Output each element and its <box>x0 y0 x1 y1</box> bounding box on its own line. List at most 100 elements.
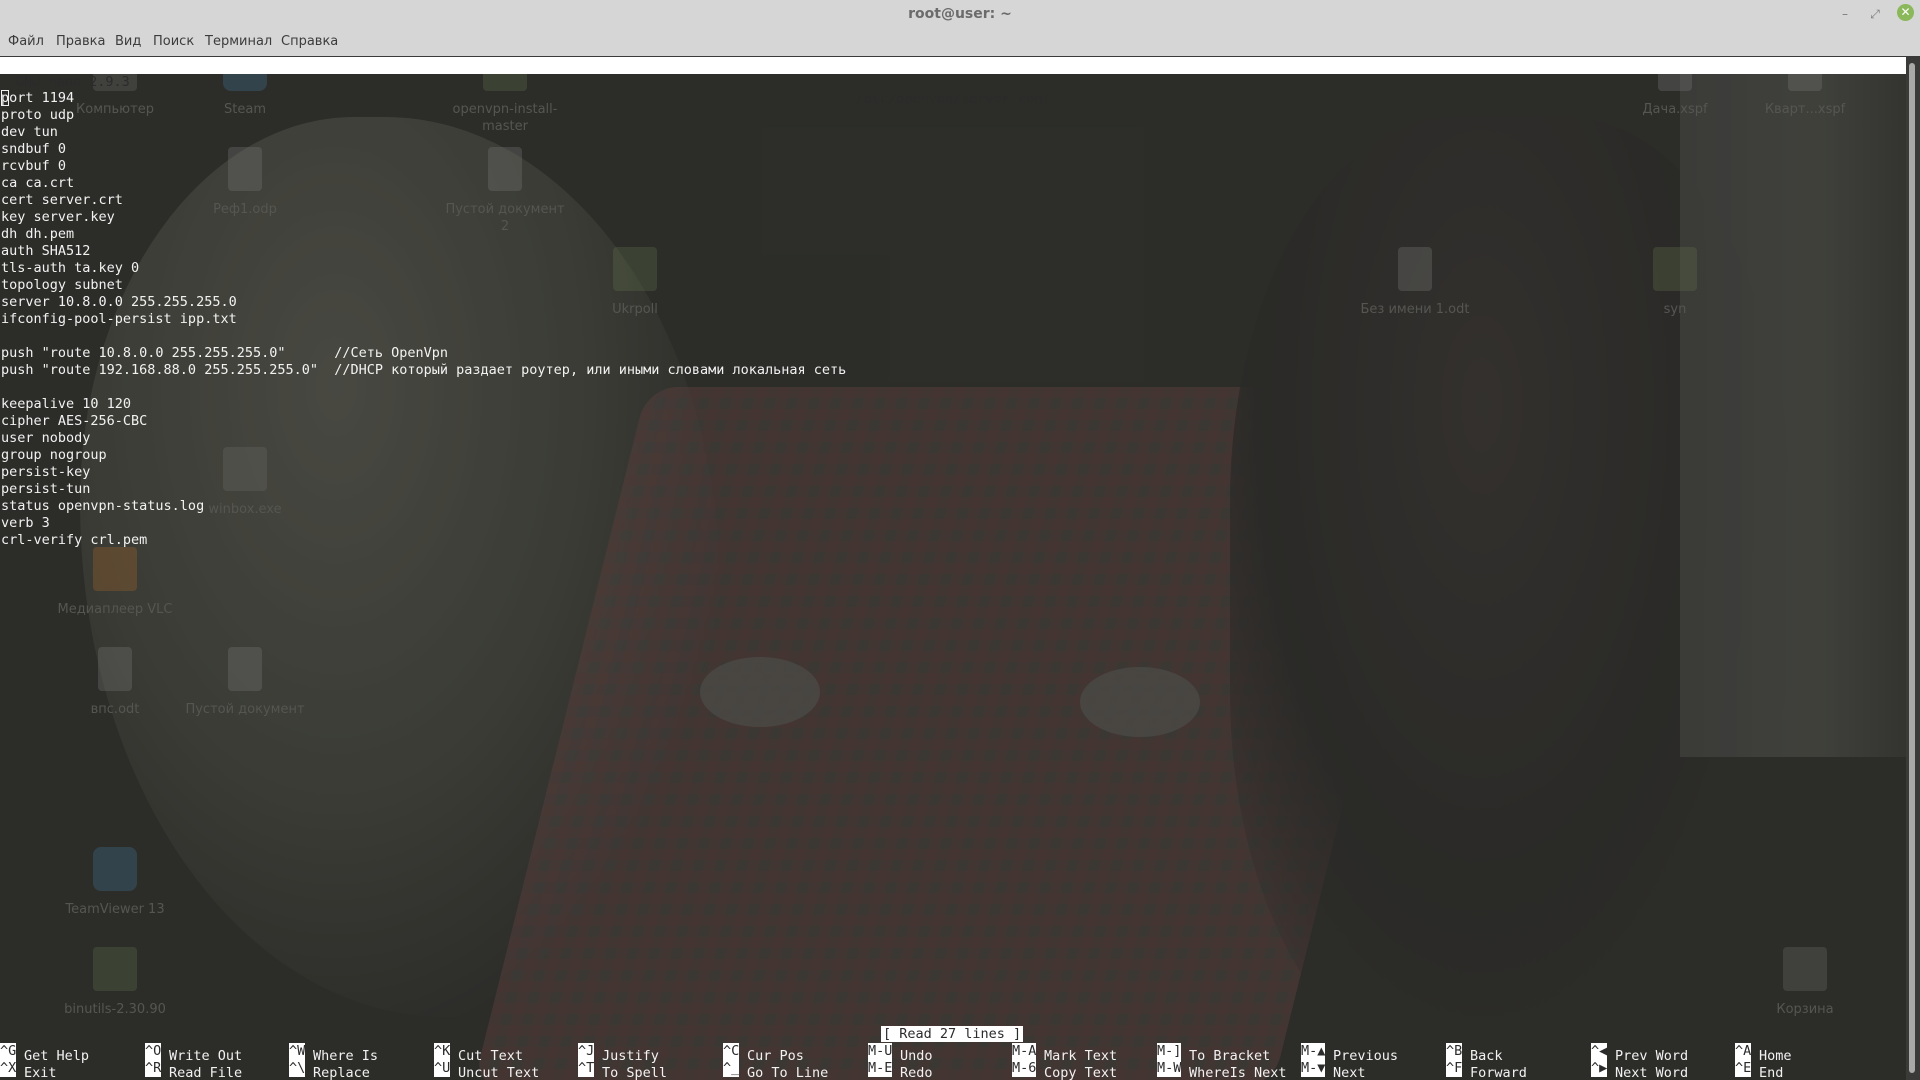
shortcut-item[interactable]: M-U Undo <box>868 1043 933 1064</box>
file-line: ifconfig-pool-persist ipp.txt <box>1 311 237 327</box>
file-line: cert server.crt <box>1 192 123 208</box>
close-icon[interactable]: ✕ <box>1897 4 1914 21</box>
file-line: auth SHA512 <box>1 243 91 259</box>
shortcut-label: Uncut Text <box>458 1065 540 1080</box>
file-line: push "route 10.8.0.0 255.255.255.0" //Се… <box>1 345 449 361</box>
text-cursor: p <box>1 90 10 106</box>
shortcut-label: Next Word <box>1615 1065 1689 1080</box>
shortcut-label: Forward <box>1470 1065 1527 1080</box>
shortcut-key: ^C <box>723 1043 739 1060</box>
file-content[interactable]: port 1194 proto udp dev tun sndbuf 0 rcvbuf … <box>1 90 846 549</box>
shortcut-item[interactable]: M-A Mark Text <box>1012 1043 1117 1064</box>
shortcut-label: Next <box>1333 1065 1366 1080</box>
shortcut-item[interactable]: M-W WhereIs Next <box>1157 1060 1287 1080</box>
file-line: dev tun <box>1 124 58 140</box>
shortcut-key: ^F <box>1446 1060 1462 1077</box>
file-line: keepalive 10 120 <box>1 396 132 412</box>
shortcut-label: To Spell <box>602 1065 668 1080</box>
shortcut-item[interactable]: ^U Uncut Text <box>434 1060 540 1080</box>
window-title: root@user: ~ <box>908 6 1012 22</box>
file-line: user nobody <box>1 430 91 446</box>
file-line: group nogroup <box>1 447 107 463</box>
shortcut-key: ^_ <box>723 1060 739 1077</box>
shortcut-key: ^G <box>0 1043 16 1060</box>
shortcut-key: ^▶ <box>1591 1060 1607 1077</box>
shortcut-label: Read File <box>169 1065 243 1080</box>
file-line: server 10.8.0.0 255.255.255.0 <box>1 294 237 310</box>
shortcut-item[interactable]: ^▶ Next Word <box>1591 1060 1689 1080</box>
shortcut-item[interactable]: ^J Justify <box>578 1043 659 1064</box>
shortcut-item[interactable]: ^\ Replace <box>289 1060 370 1080</box>
menu-terminal[interactable]: Терминал <box>205 34 272 49</box>
shortcut-item[interactable]: M-6 Copy Text <box>1012 1060 1118 1080</box>
shortcut-item[interactable]: ^◀ Prev Word <box>1591 1043 1688 1064</box>
shortcut-key: ^J <box>578 1043 594 1060</box>
shortcut-key: M-U <box>868 1043 892 1060</box>
file-line <box>1 379 846 396</box>
file-line: verb 3 <box>1 515 50 531</box>
nano-editor[interactable]: GNU nano 2.9.3 /etc/openvpn/server.conf … <box>0 57 1906 1080</box>
shortcut-key: M-A <box>1012 1043 1036 1060</box>
shortcut-item[interactable]: ^T To Spell <box>578 1060 668 1080</box>
shortcut-key: ^B <box>1446 1043 1462 1060</box>
shortcut-item[interactable]: ^O Write Out <box>145 1043 242 1064</box>
shortcut-key: ^\ <box>289 1060 305 1077</box>
file-line: key server.key <box>1 209 115 225</box>
file-line: dh dh.pem <box>1 226 75 242</box>
shortcut-item[interactable]: M-E Redo <box>868 1060 933 1080</box>
file-line: status openvpn-status.log <box>1 498 205 514</box>
shortcut-item[interactable]: ^_ Go To Line <box>723 1060 828 1080</box>
minimize-icon[interactable]: – <box>1836 5 1854 23</box>
shortcut-item[interactable]: M-▼ Next <box>1301 1060 1366 1080</box>
window-titlebar: root@user: ~ – ⤢ ✕ <box>0 0 1920 30</box>
menu-bar: Файл Правка Вид Поиск Терминал Справка <box>0 30 1920 57</box>
file-line <box>1 328 846 345</box>
shortcut-item[interactable]: ^K Cut Text <box>434 1043 523 1064</box>
shortcut-key: ^R <box>145 1060 161 1077</box>
line-text: ort 1194 <box>9 90 75 106</box>
shortcut-label: WhereIs Next <box>1189 1065 1287 1080</box>
status-message: [ Read 27 lines ] <box>881 1026 1024 1042</box>
shortcut-label: Exit <box>24 1065 57 1080</box>
file-line: proto udp <box>1 107 75 123</box>
shortcut-item[interactable]: ^E End <box>1735 1060 1783 1080</box>
menu-view[interactable]: Вид <box>115 34 141 49</box>
menu-search[interactable]: Поиск <box>153 34 194 49</box>
shortcut-item[interactable]: ^B Back <box>1446 1043 1503 1064</box>
shortcut-key: M-▼ <box>1301 1060 1325 1077</box>
maximize-icon[interactable]: ⤢ <box>1866 5 1884 23</box>
shortcut-key: ^O <box>145 1043 161 1060</box>
shortcut-key: ^X <box>0 1060 16 1077</box>
menu-file[interactable]: Файл <box>8 34 44 49</box>
file-line: tls-auth ta.key 0 <box>1 260 140 276</box>
file-line: persist-tun <box>1 481 91 497</box>
nano-version: GNU nano 2.9.3 <box>16 74 130 90</box>
scrollbar[interactable] <box>1906 57 1920 1080</box>
file-line: ca ca.crt <box>1 175 75 191</box>
shortcut-item[interactable]: ^R Read File <box>145 1060 243 1080</box>
menu-edit[interactable]: Правка <box>56 34 105 49</box>
menu-help[interactable]: Справка <box>281 34 338 49</box>
shortcut-item[interactable]: M-▲ Previous <box>1301 1043 1398 1064</box>
scrollbar-thumb[interactable] <box>1909 63 1915 1073</box>
shortcut-item[interactable]: ^A Home <box>1735 1043 1792 1064</box>
file-line: cipher AES-256-CBC <box>1 413 148 429</box>
shortcut-item[interactable]: M-] To Bracket <box>1157 1043 1270 1064</box>
shortcut-item[interactable]: ^G Get Help <box>0 1043 89 1064</box>
shortcut-key: ^◀ <box>1591 1043 1607 1060</box>
shortcut-key: ^U <box>434 1060 450 1077</box>
file-line: rcvbuf 0 <box>1 158 67 174</box>
file-line: persist-key <box>1 464 91 480</box>
shortcut-item[interactable]: ^X Exit <box>0 1060 57 1080</box>
shortcut-key: ^W <box>289 1043 305 1060</box>
file-line: port 1194 <box>1 90 846 107</box>
shortcut-label: Redo <box>900 1065 933 1080</box>
shortcut-item[interactable]: ^C Cur Pos <box>723 1043 804 1064</box>
shortcut-key: M-E <box>868 1060 892 1077</box>
terminal-area[interactable]: Компьютер Steam openvpn-install-master Р… <box>0 57 1906 1080</box>
shortcut-label: Copy Text <box>1044 1065 1118 1080</box>
shortcut-item[interactable]: ^W Where Is <box>289 1043 378 1064</box>
shortcut-item[interactable]: ^F Forward <box>1446 1060 1527 1080</box>
file-line: crl-verify crl.pem <box>1 532 148 548</box>
shortcut-key: ^T <box>578 1060 594 1077</box>
